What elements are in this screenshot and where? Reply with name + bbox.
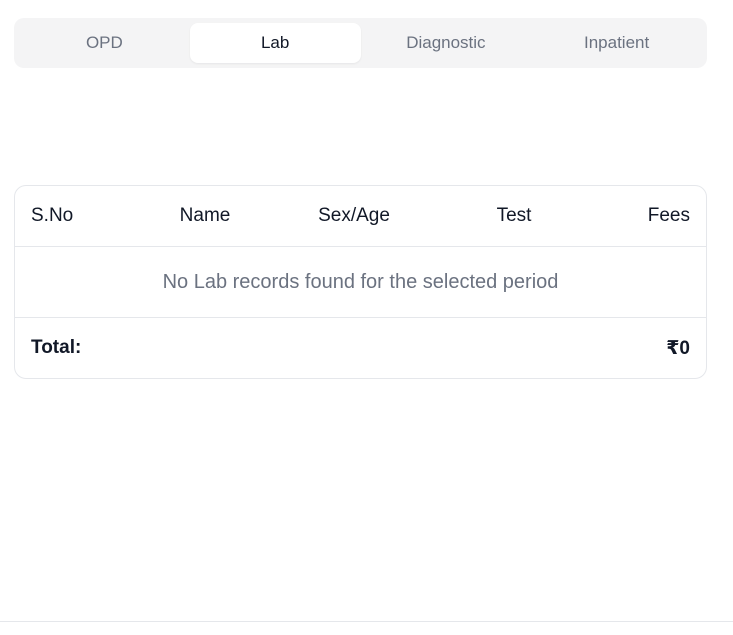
tab-opd[interactable]: OPD	[19, 23, 190, 63]
column-header-test: Test	[496, 205, 532, 226]
column-header-name: Name	[179, 205, 231, 226]
empty-state-message: No Lab records found for the selected pe…	[15, 247, 706, 318]
bottom-divider	[0, 621, 733, 622]
table-total-row: Total: ₹0	[15, 318, 706, 378]
report-tabs: OPD Lab Diagnostic Inpatient	[14, 18, 707, 68]
table-header-row: S.No Name Sex/Age Test Fees	[15, 186, 706, 247]
total-value: ₹0	[666, 337, 690, 359]
column-header-sno: S.No	[31, 205, 74, 226]
tab-diagnostic[interactable]: Diagnostic	[361, 23, 532, 63]
lab-report-page: OPD Lab Diagnostic Inpatient S.No Name S…	[0, 0, 733, 635]
total-label: Total:	[31, 337, 82, 358]
column-header-fees: Fees	[647, 205, 690, 226]
tab-lab[interactable]: Lab	[189, 23, 361, 63]
lab-records-table: S.No Name Sex/Age Test Fees No Lab recor…	[14, 185, 707, 379]
tab-inpatient[interactable]: Inpatient	[531, 23, 702, 63]
column-header-sex-age: Sex/Age	[318, 205, 390, 226]
